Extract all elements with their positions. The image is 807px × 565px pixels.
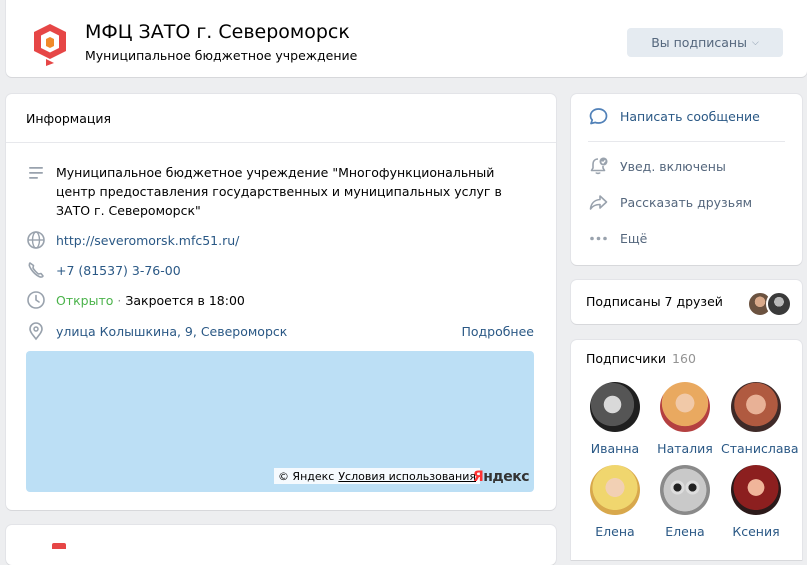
subscriber-name: Иванна — [590, 441, 640, 456]
avatar — [731, 465, 781, 515]
list-icon — [29, 167, 43, 179]
subscriber-item[interactable]: Станислава — [721, 382, 799, 456]
friends-subscribed-label: Подписаны 7 друзей — [586, 294, 723, 309]
subscriber-item[interactable]: Елена — [580, 465, 650, 539]
hours-text: Открыто · Закроется в 18:00 — [56, 291, 245, 310]
notifications-button[interactable]: Увед. включены — [588, 156, 726, 177]
actions-divider — [588, 141, 785, 142]
info-divider — [6, 142, 556, 143]
mfc-logo-icon — [34, 24, 66, 66]
map[interactable]: © Яндекс Условия использования Яндекс — [26, 351, 534, 492]
write-message-button[interactable]: Написать сообщение — [588, 106, 760, 127]
location-pin-icon — [29, 322, 43, 341]
subscriber-item[interactable]: Иванна — [580, 382, 650, 456]
info-title: Информация — [26, 111, 112, 126]
subscriber-item[interactable]: Елена — [650, 465, 720, 539]
bell-check-icon — [590, 157, 608, 175]
description-text: Муниципальное бюджетное учреждение "Мног… — [56, 165, 502, 218]
write-message-label: Написать сообщение — [620, 109, 760, 124]
share-label: Рассказать друзьям — [620, 195, 753, 210]
globe-icon — [27, 231, 45, 249]
subscribers-header[interactable]: Подписчики 160 — [586, 351, 696, 366]
notifications-label: Увед. включены — [620, 159, 726, 174]
address-link[interactable]: улица Колышкина, 9, Североморск — [56, 322, 287, 341]
group-status: Муниципальное бюджетное учреждение — [85, 48, 358, 63]
share-button[interactable]: Рассказать друзьям — [588, 192, 752, 213]
chevron-down-icon: ⌵ — [751, 37, 759, 48]
subscribers-count: 160 — [672, 351, 696, 366]
subscriber-item[interactable]: Наталия — [650, 382, 720, 456]
subscriber-name: Елена — [665, 524, 705, 539]
more-label: Ещё — [620, 231, 648, 246]
avatar — [590, 465, 640, 515]
actions-card: Написать сообщение Увед. включены Расска… — [571, 94, 802, 265]
more-dots-icon — [590, 236, 607, 241]
message-bubble-icon — [589, 108, 608, 125]
subscribed-button[interactable]: Вы подписаны ⌵ — [627, 28, 783, 57]
friends-subscribed-card[interactable]: Подписаны 7 друзей — [571, 280, 802, 324]
map-copyright: © Яндекс — [277, 469, 335, 483]
post-avatar-icon — [52, 543, 66, 549]
hours-status: Открыто — [56, 293, 114, 308]
subscriber-name: Елена — [595, 524, 635, 539]
hours-separator: · — [117, 293, 122, 308]
group-title: МФЦ ЗАТО г. Североморск — [85, 21, 350, 43]
next-card — [6, 525, 556, 565]
website-link[interactable]: http://severomorsk.mfc51.ru/ — [56, 231, 239, 250]
share-arrow-icon — [589, 195, 608, 210]
more-button[interactable]: Ещё — [588, 228, 647, 249]
phone-link[interactable]: +7 (81537) 3-76-00 — [56, 261, 181, 280]
more-details-link[interactable]: Подробнее — [461, 322, 534, 341]
subscriber-name: Ксения — [732, 524, 780, 539]
friend-avatar — [766, 291, 792, 317]
map-credit: © Яндекс Условия использования — [273, 468, 480, 484]
group-header: МФЦ ЗАТО г. Североморск Муниципальное бю… — [6, 0, 807, 77]
avatar — [660, 465, 710, 515]
info-card: Информация Муниципальное бюджетное учреж… — [6, 94, 556, 510]
subscriber-name: Наталия — [657, 441, 713, 456]
clock-icon — [27, 291, 45, 309]
subscriber-name: Станислава — [721, 441, 799, 456]
phone-icon — [28, 262, 44, 278]
avatar — [731, 382, 781, 432]
avatar — [660, 382, 710, 432]
yandex-logo: Яндекс — [472, 469, 530, 485]
avatar — [590, 382, 640, 432]
subscribers-card: Подписчики 160 Иванна Наталия Станислава … — [571, 340, 802, 560]
subscriber-item[interactable]: Ксения — [721, 465, 791, 539]
hours-closing: Закроется в 18:00 — [125, 293, 245, 308]
map-terms-link[interactable]: Условия использования — [338, 470, 476, 483]
subscribers-title: Подписчики — [586, 351, 667, 366]
subscribed-label: Вы подписаны — [651, 35, 747, 50]
